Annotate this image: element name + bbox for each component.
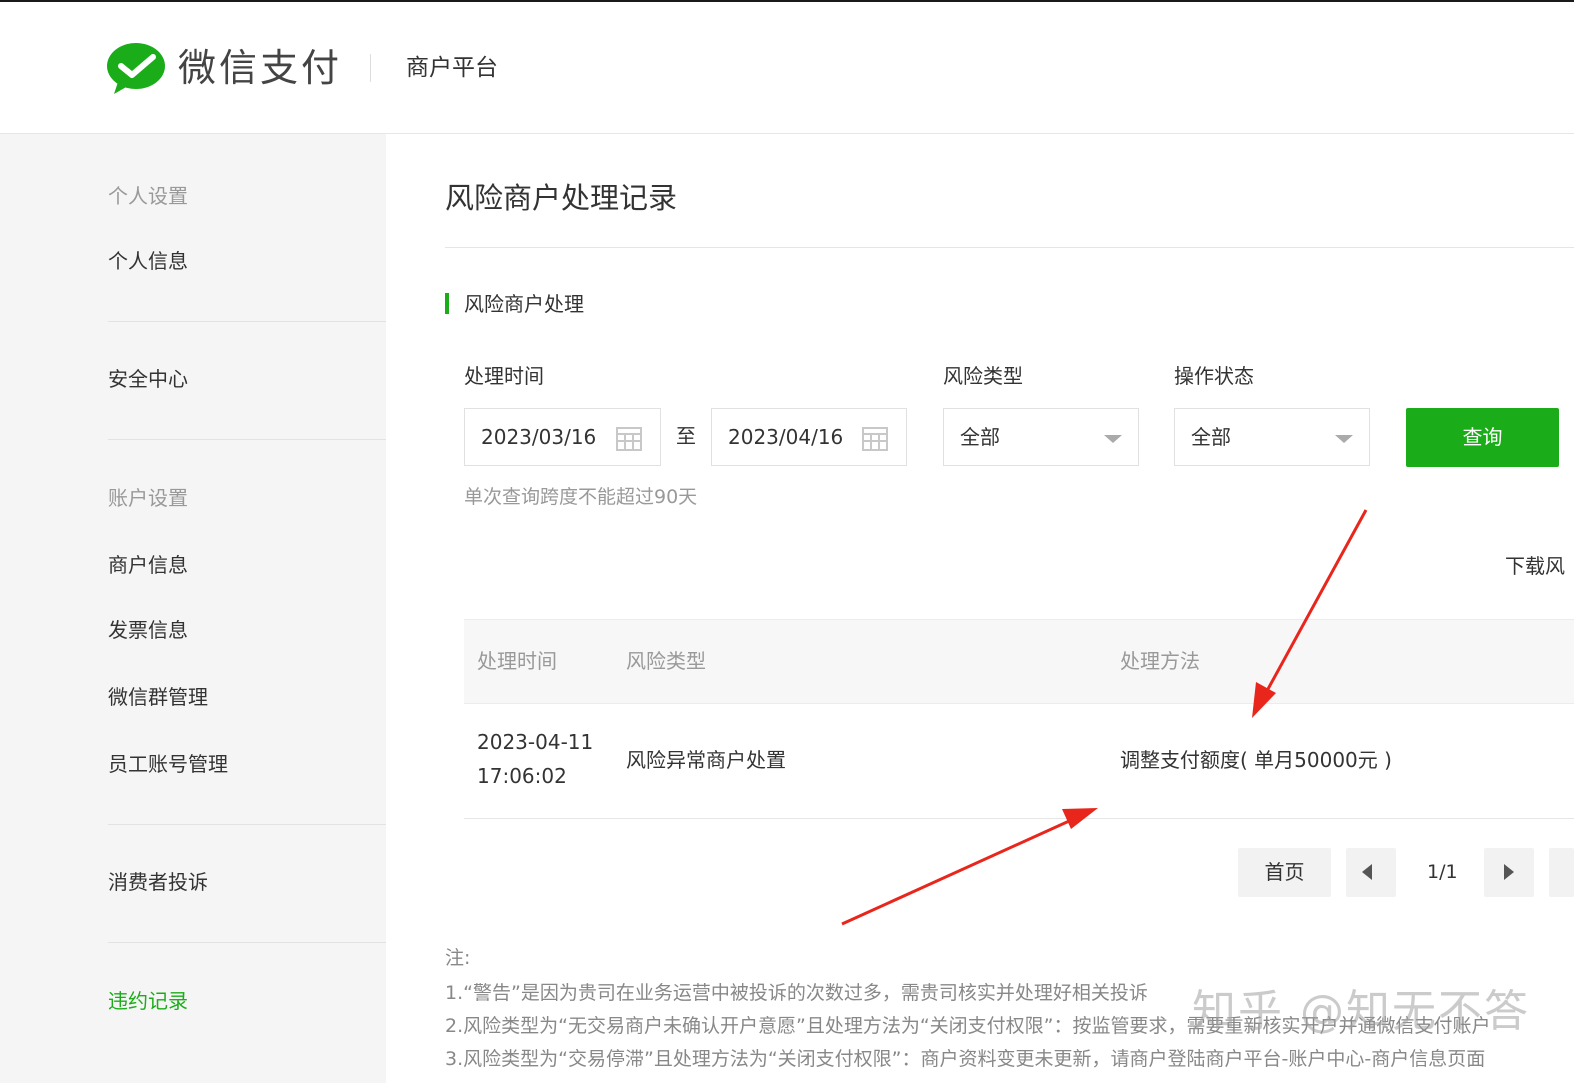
wechat-pay-logo-icon — [107, 43, 165, 94]
cell-method: 调整支付额度( 单月50000元 ) — [1120, 748, 1392, 772]
sidebar-item-personal-info[interactable]: 个人信息 — [108, 247, 188, 275]
note-line-3: 3.风险类型为“交易停滞”且处理方法为“关闭支付权限”：商户资料变更未更新，请商… — [445, 1048, 1486, 1070]
sidebar-group-account: 账户设置 — [108, 486, 188, 510]
notes-title: 注: — [445, 947, 471, 969]
risk-type-selected: 全部 — [960, 425, 1000, 449]
watermark: 知乎 @知无不答 — [1192, 986, 1530, 1037]
chevron-left-icon — [1362, 864, 1372, 880]
start-date-input[interactable]: 2023/03/16 — [464, 408, 661, 466]
sidebar-divider — [108, 439, 386, 440]
column-header-time: 处理时间 — [477, 649, 557, 673]
start-date-value: 2023/03/16 — [481, 425, 597, 449]
platform-name: 商户平台 — [406, 55, 498, 81]
cell-risk-type: 风险异常商户处置 — [626, 748, 786, 772]
column-header-risk-type: 风险类型 — [626, 649, 706, 673]
time-filter-label: 处理时间 — [464, 364, 544, 388]
sidebar-item-wechat-group-mgmt[interactable]: 微信群管理 — [108, 683, 208, 711]
end-date-input[interactable]: 2023/04/16 — [711, 408, 907, 466]
chevron-right-icon — [1504, 864, 1514, 880]
page-indicator: 1/1 — [1427, 861, 1458, 883]
sidebar-divider — [108, 942, 386, 943]
download-link[interactable]: 下载风 — [1505, 552, 1565, 580]
sidebar-item-invoice-info[interactable]: 发票信息 — [108, 616, 188, 644]
title-divider — [445, 247, 1574, 248]
column-header-method: 处理方法 — [1120, 649, 1200, 673]
red-arrow-lower — [841, 808, 1098, 926]
sidebar-item-violation-records[interactable]: 违约记录 — [108, 987, 188, 1015]
page-title: 风险商户处理记录 — [445, 181, 678, 215]
calendar-icon — [616, 427, 642, 451]
status-label: 操作状态 — [1174, 364, 1254, 388]
risk-type-select[interactable]: 全部 — [943, 408, 1139, 466]
sidebar-divider — [108, 321, 386, 322]
cell-time: 2023-04-11 17:06:02 — [477, 730, 594, 788]
query-range-hint: 单次查询跨度不能超过90天 — [464, 486, 698, 508]
sidebar-item-consumer-complaints[interactable]: 消费者投诉 — [108, 868, 208, 896]
query-button[interactable]: 查询 — [1406, 408, 1559, 467]
sidebar-divider — [108, 824, 386, 825]
calendar-icon — [862, 427, 888, 451]
top-header: 微信支付 商户平台 — [0, 2, 1574, 134]
table-header: 处理时间 风险类型 处理方法 — [464, 619, 1574, 704]
sidebar-item-merchant-info[interactable]: 商户信息 — [108, 551, 188, 579]
chevron-down-icon — [1335, 435, 1353, 443]
status-selected: 全部 — [1191, 425, 1231, 449]
first-page-button[interactable]: 首页 — [1238, 848, 1331, 897]
sidebar — [0, 134, 386, 1083]
chevron-down-icon — [1104, 435, 1122, 443]
risk-type-label: 风险类型 — [943, 364, 1023, 388]
sidebar-item-security-center[interactable]: 安全中心 — [108, 365, 188, 393]
prev-page-button[interactable] — [1346, 848, 1396, 897]
next-page-button[interactable] — [1484, 848, 1534, 897]
status-select[interactable]: 全部 — [1174, 408, 1370, 466]
brand-name: 微信支付 — [178, 46, 343, 90]
end-date-value: 2023/04/16 — [728, 425, 844, 449]
header-divider — [370, 54, 371, 82]
section-title: 风险商户处理 — [464, 292, 584, 316]
note-line-1: 1.“警告”是因为贵司在业务运营中被投诉的次数过多，需贵司核实并处理好相关投诉 — [445, 982, 1148, 1004]
last-page-button[interactable] — [1549, 848, 1574, 897]
date-range-separator: 至 — [676, 424, 696, 448]
sidebar-group-personal: 个人设置 — [108, 184, 188, 208]
section-accent-bar — [445, 293, 449, 314]
sidebar-item-staff-account-mgmt[interactable]: 员工账号管理 — [108, 750, 228, 778]
table-row: 2023-04-11 17:06:02 风险异常商户处置 调整支付额度( 单月5… — [464, 703, 1574, 819]
